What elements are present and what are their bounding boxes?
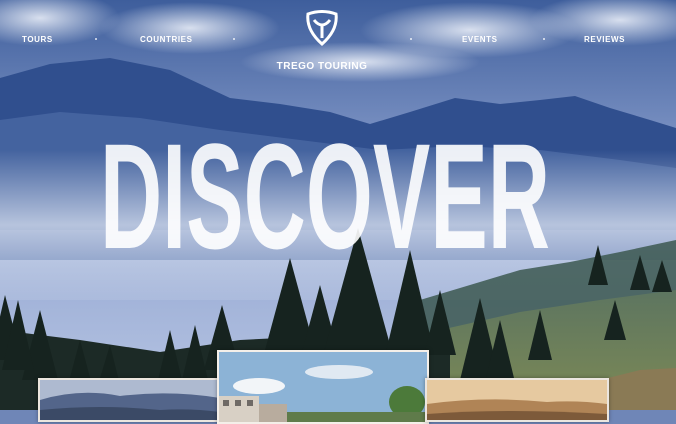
main-navigation: TOURS COUNTRIES TREGO TOURING EVENTS REV… bbox=[0, 0, 676, 80]
nav-link-tours[interactable]: TOURS bbox=[22, 34, 53, 46]
tour-card-center[interactable] bbox=[217, 350, 429, 424]
brand-logo[interactable]: TREGO TOURING bbox=[272, 10, 372, 75]
nav-link-countries[interactable]: COUNTRIES bbox=[140, 34, 193, 46]
nav-separator-dot bbox=[95, 38, 97, 40]
nav-separator-dot bbox=[410, 38, 412, 40]
nav-separator-dot bbox=[543, 38, 545, 40]
nav-link-reviews[interactable]: REVIEWS bbox=[584, 34, 625, 46]
trego-shield-logo-icon bbox=[306, 10, 338, 46]
tour-card-right[interactable] bbox=[425, 378, 609, 422]
tour-card-image bbox=[40, 380, 220, 420]
nav-link-events[interactable]: EVENTS bbox=[462, 34, 498, 46]
brand-name: TREGO TOURING bbox=[276, 61, 368, 72]
hero-title-text: DISCOVER bbox=[100, 118, 550, 258]
tour-card-image bbox=[219, 352, 427, 422]
tour-card-image bbox=[427, 380, 607, 420]
nav-separator-dot bbox=[233, 38, 235, 40]
hero-title: DISCOVER bbox=[95, 118, 555, 258]
tour-card-left[interactable] bbox=[38, 378, 222, 422]
